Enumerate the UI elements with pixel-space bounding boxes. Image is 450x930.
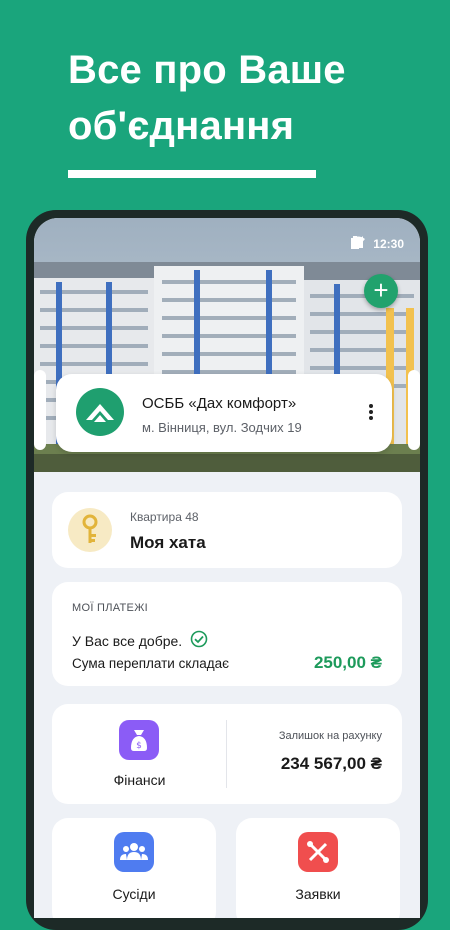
- add-button[interactable]: +: [364, 274, 398, 308]
- balance-value: 234 567,00 ₴: [280, 754, 382, 773]
- apartment-label: Квартира 48: [130, 510, 199, 524]
- apartment-name: Моя хата: [130, 533, 206, 552]
- status-bar: 12:30: [351, 236, 404, 252]
- headline-line-1: Все про Ваше: [68, 48, 346, 92]
- headline-underline: [68, 170, 316, 178]
- carousel-prev-card[interactable]: [34, 370, 46, 450]
- payments-card[interactable]: МОЇ ПЛАТЕЖІ У Вас все добре. Сума перепл…: [52, 582, 402, 686]
- key-icon: [68, 508, 112, 552]
- balance-label: Залишок на рахунку: [278, 730, 382, 742]
- org-logo-icon: [76, 388, 124, 436]
- more-vert-icon[interactable]: [368, 402, 374, 424]
- money-bag-icon: $: [119, 720, 159, 760]
- overpayment-amount: 250,00 ₴: [313, 653, 382, 672]
- finance-card[interactable]: $ Фінанси Залишок на рахунку 234 567,00 …: [52, 704, 402, 804]
- requests-tile[interactable]: Заявки: [236, 818, 400, 918]
- check-circle-icon: [190, 630, 208, 651]
- tools-icon: [298, 832, 338, 872]
- org-address: м. Вінниця, вул. Зодчих 19: [142, 420, 302, 435]
- organization-card[interactable]: ОСББ «Дах комфорт» м. Вінниця, вул. Зодч…: [56, 374, 392, 452]
- payments-section-title: МОЇ ПЛАТЕЖІ: [72, 602, 149, 614]
- payments-status: У Вас все добре.: [72, 630, 208, 651]
- headline-line-2: об'єднання: [68, 104, 295, 148]
- promo-headline: Все про Ваше об'єднання: [68, 42, 428, 154]
- neighbors-tile[interactable]: Сусіди: [52, 818, 216, 918]
- finance-divider: [226, 720, 227, 788]
- status-time: 12:30: [373, 237, 404, 251]
- payments-status-text: У Вас все добре.: [72, 632, 183, 649]
- people-icon: [114, 832, 154, 872]
- apartment-card[interactable]: Квартира 48 Моя хата: [52, 492, 402, 568]
- finance-label: Фінанси: [113, 772, 166, 788]
- svg-text:$: $: [136, 741, 142, 751]
- carousel-next-card[interactable]: [408, 370, 420, 450]
- app-screen: 12:30 + ОСББ «Дах комфорт» м. Вінниця, в…: [34, 218, 420, 918]
- org-name: ОСББ «Дах комфорт»: [142, 395, 297, 412]
- overpayment-label: Сума переплати складає: [72, 656, 230, 671]
